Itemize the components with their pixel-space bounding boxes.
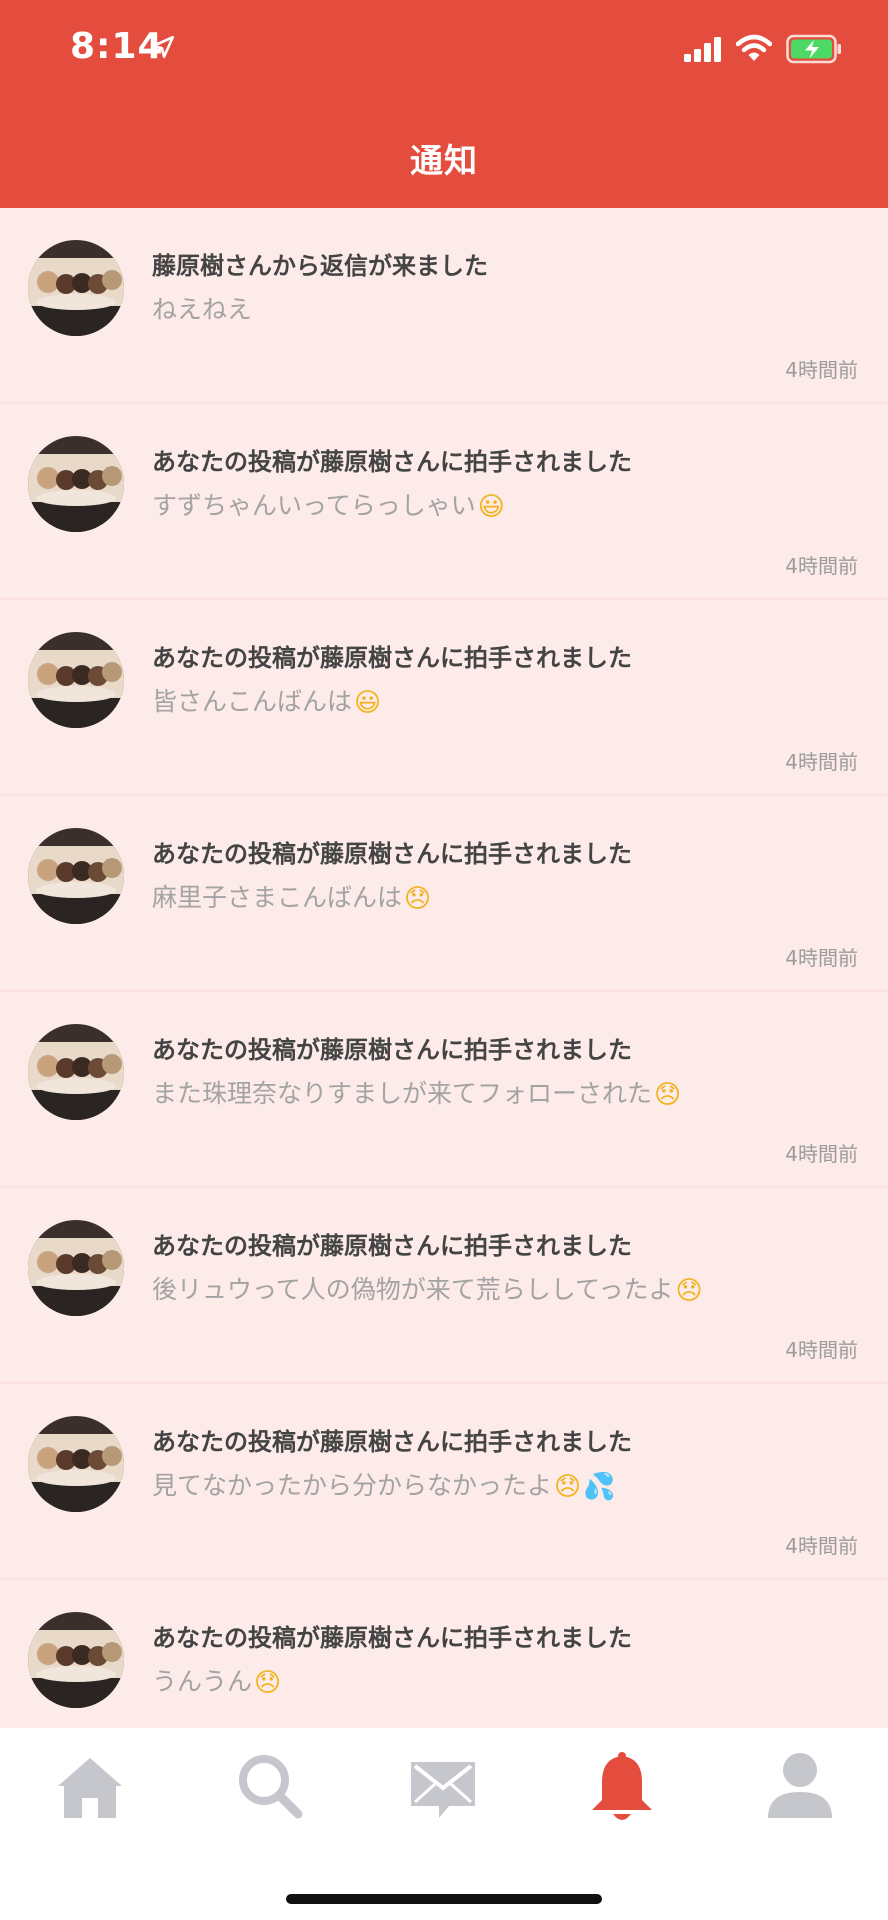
notification-time: 4時間前 [785, 358, 858, 382]
notification-body-text: また珠理奈なりすましが来てフォローされた [152, 1079, 653, 1108]
header: 8:14 通知 [0, 0, 888, 208]
notification-body: ねえねえ [152, 290, 252, 326]
notification-item[interactable]: あなたの投稿が藤原樹さんに拍手されました うんうん😞 [0, 1580, 888, 1728]
smiley-icon: 😃 [477, 492, 505, 522]
notification-title: あなたの投稿が藤原樹さんに拍手されました [152, 644, 632, 672]
avatar [28, 1416, 124, 1512]
notification-body-text: うんうん [152, 1667, 253, 1696]
notification-time: 4時間前 [785, 1338, 858, 1362]
notification-title: 藤原樹さんから返信が来ました [152, 252, 488, 280]
avatar [28, 436, 124, 532]
notification-list: 藤原樹さんから返信が来ました ねえねえ 4時間前 あなたの投稿が藤原樹さんに拍手されま… [0, 208, 888, 1728]
avatar [28, 1024, 124, 1120]
notification-body: 後リュウって人の偽物が来て荒らししてったよ😞 [152, 1270, 703, 1306]
sweat-drops-icon: 💦 [583, 1472, 616, 1502]
smiley-icon: 😃 [354, 688, 382, 718]
home-indicator[interactable] [286, 1894, 602, 1904]
home-icon[interactable] [52, 1748, 128, 1824]
battery-charging-icon [786, 34, 841, 64]
notification-time: 4時間前 [785, 1142, 858, 1166]
notification-time: 4時間前 [785, 750, 858, 774]
notification-body: また珠理奈なりすましが来てフォローされた😞 [152, 1074, 681, 1110]
notification-title: あなたの投稿が藤原樹さんに拍手されました [152, 840, 632, 868]
notification-item[interactable]: 藤原樹さんから返信が来ました ねえねえ 4時間前 [0, 208, 888, 404]
notification-body: うんうん😞 [152, 1662, 281, 1698]
notification-body-text: 後リュウって人の偽物が来て荒らししてったよ [152, 1275, 674, 1304]
avatar [28, 828, 124, 924]
wifi-icon [736, 34, 772, 61]
bell-icon[interactable] [584, 1748, 660, 1824]
notification-time: 4時間前 [785, 554, 858, 578]
notification-item[interactable]: あなたの投稿が藤原樹さんに拍手されました また珠理奈なりすましが来てフォローされた… [0, 992, 888, 1188]
disappointed-face-icon: 😞 [404, 884, 432, 914]
page-title: 通知 [410, 141, 478, 180]
notification-title: あなたの投稿が藤原樹さんに拍手されました [152, 1624, 632, 1652]
notification-item[interactable]: あなたの投稿が藤原樹さんに拍手されました 皆さんこんばんは😃 4時間前 [0, 600, 888, 796]
disappointed-face-icon: 😞 [675, 1276, 703, 1306]
notification-body: 見てなかったから分からなかったよ😞💦 [152, 1466, 616, 1502]
disappointed-face-icon: 😞 [554, 1472, 582, 1502]
notification-body: 皆さんこんばんは😃 [152, 682, 381, 718]
notification-time: 4時間前 [785, 1534, 858, 1558]
location-arrow-icon [151, 35, 175, 59]
notification-body-text: 見てなかったから分からなかったよ [152, 1471, 553, 1500]
notification-body-text: 麻里子さまこんばんは [152, 883, 403, 912]
notification-item[interactable]: あなたの投稿が藤原樹さんに拍手されました後リュウって人の偽物が来て荒らししてった… [0, 1188, 888, 1384]
notification-body: 麻里子さまこんばんは😞 [152, 878, 431, 914]
disappointed-face-icon: 😞 [654, 1080, 682, 1110]
notification-body-text: すずちゃんいってらっしゃい [152, 491, 476, 520]
mail-icon[interactable] [405, 1748, 481, 1824]
avatar [28, 240, 124, 336]
notification-item[interactable]: あなたの投稿が藤原樹さんに拍手されました 麻里子さまこんばんは😞 4時間前 [0, 796, 888, 992]
notification-title: あなたの投稿が藤原樹さんに拍手されました [152, 448, 632, 476]
tab-bar [0, 1728, 888, 1920]
notification-title: あなたの投稿が藤原樹さんに拍手されました [152, 1232, 632, 1260]
profile-icon[interactable] [762, 1748, 838, 1824]
avatar [28, 1220, 124, 1316]
cellular-signal-icon [684, 37, 721, 62]
notification-item[interactable]: あなたの投稿が藤原樹さんに拍手されました 見てなかったから分からなかったよ😞💦 4時… [0, 1384, 888, 1580]
notification-body: すずちゃんいってらっしゃい😃 [152, 486, 505, 522]
notification-item[interactable]: あなたの投稿が藤原樹さんに拍手されました すずちゃんいってらっしゃい😃 4時間前 [0, 404, 888, 600]
search-icon[interactable] [232, 1748, 308, 1824]
avatar [28, 632, 124, 728]
notification-title: あなたの投稿が藤原樹さんに拍手されました [152, 1036, 632, 1064]
notification-body-text: 皆さんこんばんは [152, 687, 353, 716]
notification-title: あなたの投稿が藤原樹さんに拍手されました [152, 1428, 632, 1456]
disappointed-face-icon: 😞 [254, 1668, 282, 1698]
avatar [28, 1612, 124, 1708]
notification-body-text: ねえねえ [152, 295, 253, 324]
notification-time: 4時間前 [785, 946, 858, 970]
